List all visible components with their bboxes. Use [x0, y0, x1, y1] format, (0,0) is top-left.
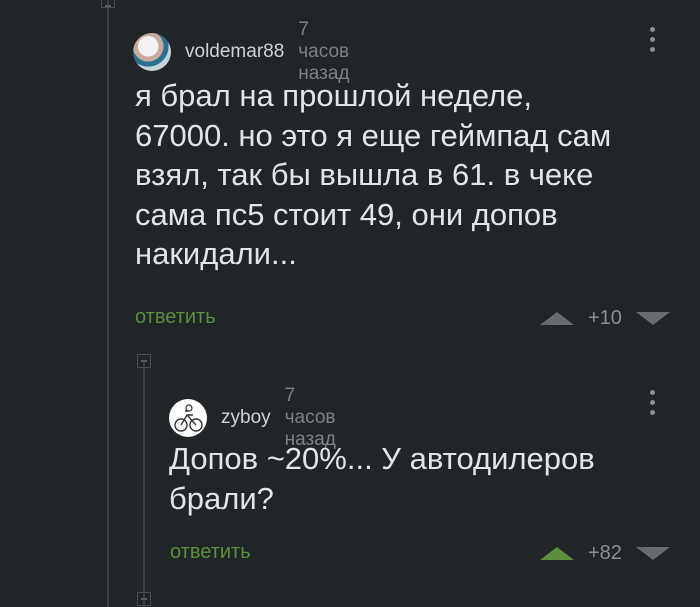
collapse-icon[interactable] — [137, 592, 151, 606]
comment-text: я брал на прошлой неделе, 67000. но это … — [135, 78, 612, 271]
more-icon[interactable] — [650, 390, 656, 415]
avatar[interactable] — [169, 399, 207, 437]
avatar[interactable] — [133, 33, 171, 71]
username[interactable]: voldemar88 — [185, 41, 284, 63]
vote-controls: +10 — [540, 307, 670, 330]
downvote-icon[interactable] — [635, 547, 670, 560]
thread-line — [107, 0, 109, 607]
more-icon[interactable] — [650, 27, 656, 52]
downvote-icon[interactable] — [635, 312, 670, 325]
collapse-icon[interactable] — [137, 354, 151, 368]
reply-button[interactable]: ответить — [135, 306, 216, 329]
thread-line — [143, 362, 145, 607]
vote-controls: +82 — [540, 542, 670, 565]
score: +82 — [588, 542, 622, 564]
comment-text: Допов ~20%... У автодилеров брали? — [169, 441, 595, 516]
upvote-icon[interactable] — [540, 312, 574, 325]
bicycle-icon — [174, 404, 203, 432]
score: +10 — [588, 307, 622, 329]
upvote-icon[interactable] — [540, 547, 574, 560]
reply-button[interactable]: ответить — [170, 541, 251, 564]
collapse-icon[interactable] — [101, 0, 115, 8]
username[interactable]: zyboy — [221, 407, 271, 429]
